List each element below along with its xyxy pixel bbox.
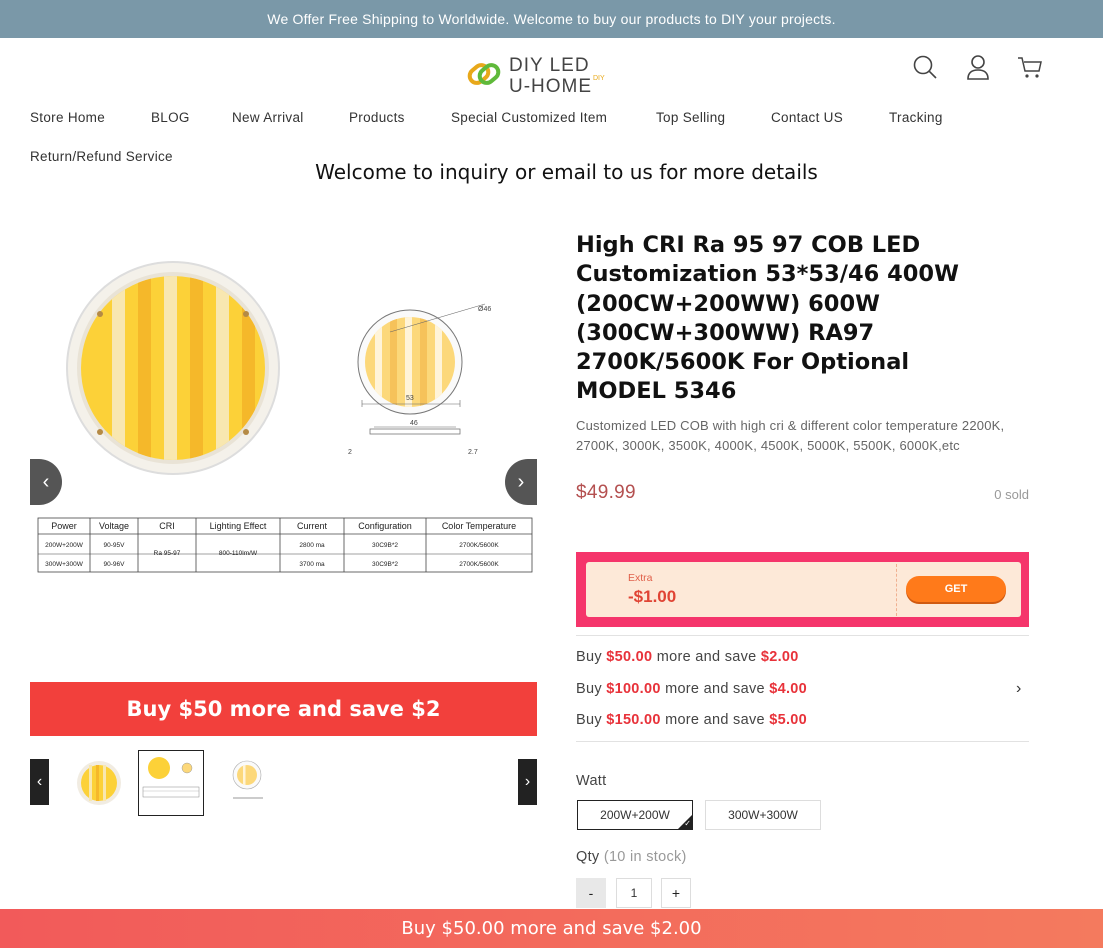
svg-text:46: 46 <box>410 420 418 427</box>
nav-store-home[interactable]: Store Home <box>30 110 105 125</box>
divider <box>576 635 1029 636</box>
svg-text:U-HOME: U-HOME <box>509 76 592 93</box>
svg-text:30C9B*2: 30C9B*2 <box>372 542 398 549</box>
promo-banner-text: Buy $50 more and save $2 <box>126 697 441 721</box>
watt-label: Watt <box>576 773 607 789</box>
watt-option-selected[interactable]: 200W+200W ✓ <box>577 800 693 830</box>
product-description: Customized LED COB with high cri & diffe… <box>576 418 1005 453</box>
thumbnail-image <box>77 761 121 805</box>
svg-text:Current: Current <box>297 521 328 531</box>
discount-tier: Buy $150.00 more and save $5.00 <box>576 712 808 728</box>
svg-text:90-96V: 90-96V <box>104 561 126 568</box>
thumbnail-selected[interactable] <box>138 750 204 816</box>
svg-text:Color Temperature: Color Temperature <box>442 521 516 531</box>
stock-count: (10 in stock) <box>603 849 687 865</box>
nav-blog[interactable]: BLOG <box>151 110 190 125</box>
cob-led-illustration: Ø46 53 46 2.7 2 Power Voltage CRI Lighti… <box>37 261 533 573</box>
qty-label: Qty (10 in stock) <box>576 849 687 865</box>
site-header: DIY LED U-HOME DIY <box>0 38 1103 100</box>
site-logo[interactable]: DIY LED U-HOME DIY <box>467 47 607 93</box>
svg-text:2800 ma: 2800 ma <box>299 542 325 549</box>
svg-text:30C9B*2: 30C9B*2 <box>372 561 398 568</box>
account-icon[interactable] <box>965 54 991 80</box>
svg-text:Power: Power <box>51 521 77 531</box>
chevron-right-icon: › <box>524 773 531 790</box>
nav-products[interactable]: Products <box>349 110 405 125</box>
welcome-heading: Welcome to inquiry or email to us for mo… <box>315 160 818 184</box>
chevron-right-icon: › <box>517 470 525 493</box>
announcement-bar: We Offer Free Shipping to Worldwide. Wel… <box>0 0 1103 38</box>
nav-special-customized[interactable]: Special Customized Item <box>451 110 607 125</box>
sold-count: 0 sold <box>994 487 1029 502</box>
qty-input[interactable] <box>616 878 652 908</box>
svg-text:3700 ma: 3700 ma <box>299 561 325 568</box>
svg-text:CRI: CRI <box>159 521 175 531</box>
gallery-promo-banner: Buy $50 more and save $2 <box>30 682 537 736</box>
thumbnail-image <box>142 757 200 798</box>
coupon-label: Extra <box>628 572 653 584</box>
qty-decrement-button[interactable]: - <box>576 878 606 908</box>
nav-new-arrival[interactable]: New Arrival <box>232 110 304 125</box>
chevron-right-icon[interactable]: › <box>1016 680 1021 698</box>
watt-option-label: 300W+300W <box>728 808 798 822</box>
search-icon[interactable] <box>912 54 938 80</box>
svg-text:Ø46: Ø46 <box>478 306 491 313</box>
watt-option[interactable]: 300W+300W <box>705 800 821 830</box>
svg-text:2: 2 <box>348 449 352 456</box>
thumbnail[interactable] <box>212 750 278 816</box>
svg-text:2700K/5600K: 2700K/5600K <box>459 542 499 549</box>
svg-text:300W+300W: 300W+300W <box>45 561 84 568</box>
svg-text:2.7: 2.7 <box>468 449 478 456</box>
product-main-image[interactable]: Ø46 53 46 2.7 2 Power Voltage CRI Lighti… <box>30 232 537 662</box>
product-price: $49.99 <box>576 482 636 503</box>
coupon-amount: -$1.00 <box>628 587 677 606</box>
watt-option-label: 200W+200W <box>600 808 670 822</box>
bottom-promo-text: Buy $50.00 more and save $2.00 <box>401 918 702 939</box>
announcement-text: We Offer Free Shipping to Worldwide. Wel… <box>267 11 836 27</box>
qty-increment-button[interactable]: + <box>661 878 691 908</box>
product-title: High CRI Ra 95 97 COB LED Customization … <box>576 232 959 405</box>
cart-icon[interactable] <box>1017 54 1043 80</box>
thumbnail-image <box>232 760 263 799</box>
svg-text:DIY: DIY <box>593 75 605 82</box>
chevron-left-icon: ‹ <box>42 470 50 493</box>
coupon-card[interactable]: Extra -$1.00 GET <box>576 552 1029 627</box>
chevron-left-icon: ‹ <box>36 773 43 790</box>
coupon-divider <box>896 564 897 616</box>
svg-text:53: 53 <box>406 395 414 402</box>
check-icon: ✓ <box>684 819 691 828</box>
svg-text:Voltage: Voltage <box>99 521 129 531</box>
svg-text:2700K/5600K: 2700K/5600K <box>459 561 499 568</box>
bottom-promo-bar[interactable]: Buy $50.00 more and save $2.00 <box>0 909 1103 948</box>
svg-text:800-110lm/W: 800-110lm/W <box>219 550 258 557</box>
discount-tier: Buy $50.00 more and save $2.00 <box>576 649 799 665</box>
logo-graphic: DIY LED U-HOME DIY <box>467 55 605 93</box>
nav-tracking[interactable]: Tracking <box>889 110 943 125</box>
svg-text:90-95V: 90-95V <box>104 542 126 549</box>
svg-text:200W+200W: 200W+200W <box>45 542 84 549</box>
thumb-prev-button[interactable]: ‹ <box>30 759 49 805</box>
svg-text:DIY LED: DIY LED <box>509 55 590 76</box>
discount-tier: Buy $100.00 more and save $4.00 <box>576 681 808 697</box>
nav-top-selling[interactable]: Top Selling <box>656 110 725 125</box>
svg-text:Ra 95-97: Ra 95-97 <box>154 550 181 557</box>
svg-text:Lighting Effect: Lighting Effect <box>210 521 267 531</box>
divider <box>576 741 1029 742</box>
svg-text:Configuration: Configuration <box>358 521 412 531</box>
thumbnail[interactable] <box>64 750 130 816</box>
nav-contact-us[interactable]: Contact US <box>771 110 843 125</box>
coupon-get-button[interactable]: GET <box>906 576 1006 602</box>
thumb-next-button[interactable]: › <box>518 759 537 805</box>
